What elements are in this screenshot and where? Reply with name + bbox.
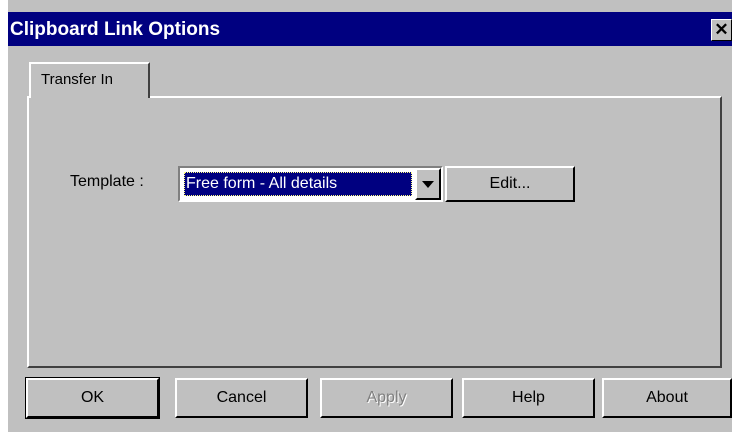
window-title: Clipboard Link Options	[10, 19, 221, 40]
about-button[interactable]: About	[602, 378, 732, 418]
ok-button[interactable]: OK	[25, 377, 160, 419]
close-icon: ✕	[714, 20, 729, 39]
close-button[interactable]: ✕	[711, 19, 732, 41]
tab-panel	[27, 96, 722, 368]
template-dropdown[interactable]: Free form - All details	[178, 166, 443, 202]
apply-button: Apply	[320, 378, 453, 418]
cancel-button[interactable]: Cancel	[175, 378, 308, 418]
edit-button[interactable]: Edit...	[445, 166, 575, 202]
title-bar[interactable]: Clipboard Link Options ✕	[8, 12, 732, 46]
dropdown-arrow-icon[interactable]	[415, 168, 441, 200]
help-button[interactable]: Help	[462, 378, 595, 418]
template-label: Template :	[70, 173, 144, 190]
dialog-window: Clipboard Link Options ✕ Transfer In Tem…	[8, 0, 732, 432]
template-selected-value[interactable]: Free form - All details	[184, 172, 412, 196]
tab-transfer-in[interactable]: Transfer In	[29, 62, 150, 98]
tab-label: Transfer In	[41, 71, 113, 88]
